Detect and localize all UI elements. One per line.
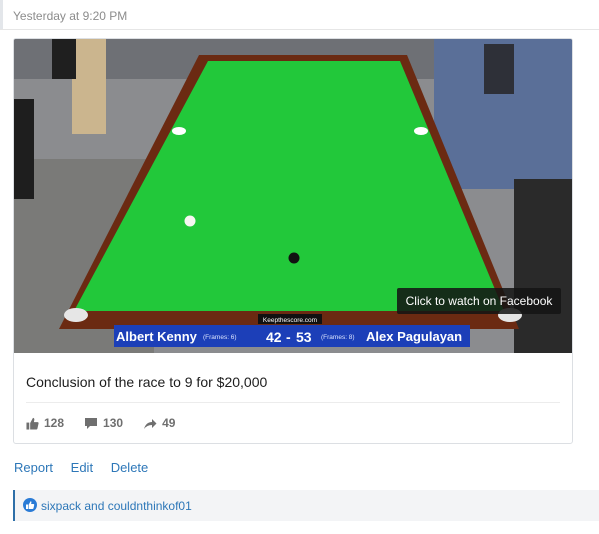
like-count-value: 128	[44, 416, 65, 430]
thread-rail	[0, 0, 3, 29]
comment-icon	[85, 417, 98, 429]
score-brand: Keepthescore.com	[263, 317, 317, 324]
score-separator: -	[286, 329, 291, 345]
share-count[interactable]: 49	[143, 416, 175, 430]
like-reaction-icon	[23, 498, 37, 512]
share-icon	[144, 418, 157, 429]
player-left-name: Albert Kenny	[116, 329, 198, 344]
cue-ball	[184, 215, 196, 227]
video-stats: 128 130 49	[26, 413, 195, 433]
score-right: 53	[296, 329, 312, 345]
share-count-value: 49	[162, 416, 176, 430]
watch-on-facebook-button[interactable]: Click to watch on Facebook	[397, 288, 561, 314]
post-timestamp: Yesterday at 9:20 PM	[13, 9, 128, 23]
video-embed-card: Keepthescore.com Albert Kenny (Frames: 6…	[13, 38, 573, 444]
video-player[interactable]: Keepthescore.com Albert Kenny (Frames: 6…	[14, 39, 572, 353]
score-left: 42	[266, 329, 282, 345]
spectator-figure	[72, 39, 106, 134]
comment-count[interactable]: 130	[84, 416, 123, 430]
like-count[interactable]: 128	[26, 416, 64, 430]
thumbs-up-icon	[26, 417, 39, 430]
post-actions: Report Edit Delete	[14, 460, 162, 475]
report-link[interactable]: Report	[14, 460, 53, 475]
black-ball	[288, 252, 300, 264]
edit-link[interactable]: Edit	[71, 460, 93, 475]
video-caption: Conclusion of the race to 9 for $20,000	[26, 374, 268, 390]
post-header: Yesterday at 9:20 PM	[0, 0, 599, 30]
chair	[484, 44, 514, 94]
player-right-frames: (Frames: 8)	[321, 334, 355, 341]
reactions-bar: sixpack and couldnthinkof01	[13, 490, 599, 521]
reaction-names[interactable]: sixpack and couldnthinkof01	[41, 499, 192, 513]
delete-link[interactable]: Delete	[111, 460, 149, 475]
card-divider	[26, 402, 560, 403]
comment-count-value: 130	[103, 416, 124, 430]
player-right-name: Alex Pagulayan	[366, 329, 462, 344]
player-left-frames: (Frames: 6)	[203, 334, 237, 341]
